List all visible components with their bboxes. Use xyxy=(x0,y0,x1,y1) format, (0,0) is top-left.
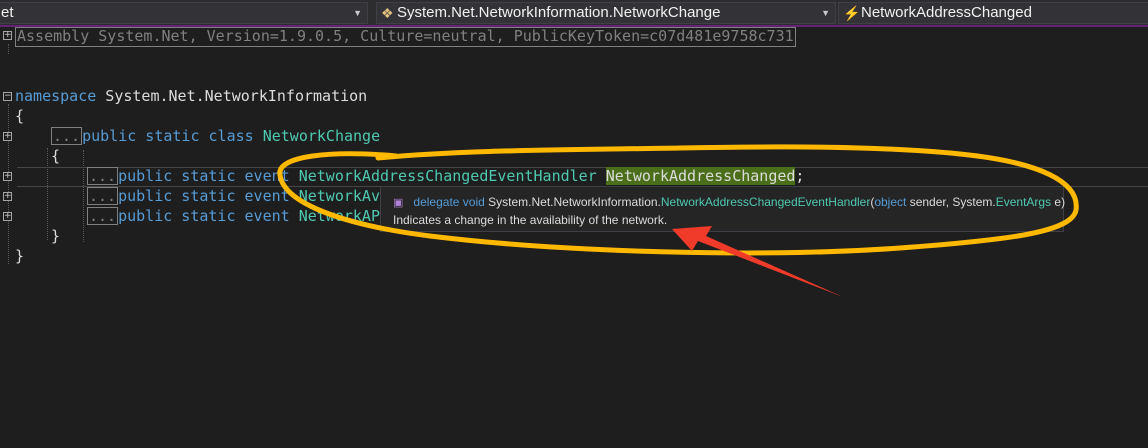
expand-toggle-icon[interactable]: + xyxy=(3,172,12,181)
event-name-highlighted[interactable]: NetworkAddressChanged xyxy=(605,167,796,185)
event-icon: ⚡ xyxy=(843,5,861,21)
expand-toggle-icon[interactable]: + xyxy=(3,132,12,141)
event-type: NetworkAddressChangedEventHandler xyxy=(298,167,597,185)
tooltip-param-name: e) xyxy=(1051,195,1066,209)
expand-toggle-icon[interactable]: + xyxy=(3,192,12,201)
class-name: NetworkChange xyxy=(262,127,381,145)
quick-info-tooltip: ▣ delegate void System.Net.NetworkInform… xyxy=(380,186,1065,232)
semicolon: ; xyxy=(795,167,805,185)
namespace-line: namespace System.Net.NetworkInformation xyxy=(15,86,367,106)
member-dropdown[interactable]: ⚡ NetworkAddressChanged xyxy=(838,2,1148,24)
tooltip-param-name: sender, System. xyxy=(906,195,996,209)
event-type: NetworkAPS xyxy=(298,207,390,225)
outline-guide xyxy=(8,104,9,264)
event-modifiers: public static event xyxy=(118,207,299,225)
expand-toggle-icon[interactable]: + xyxy=(3,212,12,221)
namespace-open-brace: { xyxy=(15,107,25,125)
assembly-line: Assembly System.Net, Version=1.9.0.5, Cu… xyxy=(15,27,796,47)
event-line: ... public static event NetworkAva xyxy=(87,186,389,206)
chevron-down-icon: ▼ xyxy=(353,8,362,18)
event-modifiers: public static event xyxy=(118,167,299,185)
event-line: ... public static event NetworkAddressCha… xyxy=(87,166,804,186)
class-modifiers: public static class xyxy=(82,127,263,145)
assembly-comment: Assembly System.Net, Version=1.9.0.5, Cu… xyxy=(15,27,796,47)
type-dropdown-value: System.Net.NetworkInformation.NetworkCha… xyxy=(397,4,721,21)
collapsed-region[interactable]: ... xyxy=(87,167,119,185)
tooltip-keyword: delegate void xyxy=(413,195,485,209)
event-line: ... public static event NetworkAPS xyxy=(87,206,389,226)
namespace-keyword: namespace xyxy=(15,87,97,105)
tooltip-signature: ▣ delegate void System.Net.NetworkInform… xyxy=(393,195,1065,209)
indent-guide xyxy=(83,150,84,242)
tooltip-namespace: System.Net.NetworkInformation. xyxy=(484,195,661,209)
project-dropdown-value: et xyxy=(1,4,14,21)
collapsed-region[interactable]: ... xyxy=(87,187,119,205)
member-dropdown-value: NetworkAddressChanged xyxy=(861,4,1032,21)
type-dropdown[interactable]: ❖ System.Net.NetworkInformation.NetworkC… xyxy=(376,2,836,24)
collapse-toggle-icon[interactable]: − xyxy=(3,92,12,101)
class-open-brace: { xyxy=(51,147,61,165)
class-close-brace: } xyxy=(51,227,61,245)
class-line: ... public static class NetworkChange xyxy=(51,126,380,146)
arrow-annotation xyxy=(672,226,843,297)
tooltip-param-type: EventArgs xyxy=(995,195,1052,209)
collapsed-region[interactable]: ... xyxy=(51,127,83,145)
class-icon: ❖ xyxy=(381,5,394,21)
chevron-down-icon: ▼ xyxy=(821,8,830,18)
tooltip-type: NetworkAddressChangedEventHandler xyxy=(660,195,871,209)
event-modifiers: public static event xyxy=(118,187,299,205)
tooltip-param-type: object xyxy=(874,195,907,209)
tooltip-description: Indicates a change in the availability o… xyxy=(393,213,668,227)
expand-toggle-icon[interactable]: + xyxy=(3,31,12,40)
namespace-close-brace: } xyxy=(15,247,25,265)
namespace-name: System.Net.NetworkInformation xyxy=(96,87,368,105)
delegate-icon: ▣ xyxy=(393,197,404,209)
event-type: NetworkAva xyxy=(298,187,390,205)
indent-guide xyxy=(47,148,48,240)
collapsed-region[interactable]: ... xyxy=(87,207,119,225)
project-dropdown[interactable]: et ▼ xyxy=(0,2,368,24)
outline-guide xyxy=(8,44,9,54)
navigation-bar: et ▼ ❖ System.Net.NetworkInformation.Net… xyxy=(0,0,1148,27)
